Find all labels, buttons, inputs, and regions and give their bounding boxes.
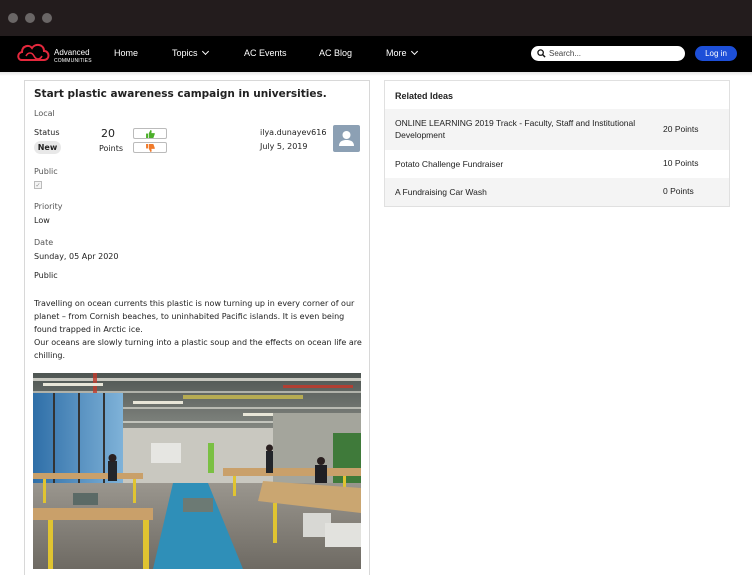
description-paragraph-2: Our oceans are slowly turning into a pla… xyxy=(34,338,362,360)
user-avatar-icon xyxy=(339,131,354,146)
window-minimize-dot[interactable] xyxy=(25,13,35,23)
points-value: 20 xyxy=(101,127,115,140)
top-nav: Advanced COMMUNITIES Home Topics AC Even… xyxy=(0,36,752,72)
nav-more[interactable]: More xyxy=(386,47,418,58)
related-idea-title[interactable]: A Fundraising Car Wash xyxy=(395,186,660,198)
related-idea-title[interactable]: ONLINE LEARNING 2019 Track - Faculty, St… xyxy=(395,117,660,141)
post-date: July 5, 2019 xyxy=(260,142,308,151)
related-idea-title[interactable]: Potato Challenge Fundraiser xyxy=(395,158,660,170)
author-name[interactable]: ilya.dunayev616 xyxy=(260,128,326,137)
status-label: Status xyxy=(34,128,60,137)
thumbs-down-icon xyxy=(146,144,155,152)
description-paragraph-1: Travelling on ocean currents this plasti… xyxy=(34,299,355,334)
public-checkbox: ✓ xyxy=(34,181,42,189)
office-photo xyxy=(33,373,361,569)
search-icon xyxy=(537,49,546,58)
brand-logo[interactable]: Advanced COMMUNITIES xyxy=(16,40,96,68)
logo-line2: COMMUNITIES xyxy=(54,58,92,64)
idea-description: Travelling on ocean currents this plasti… xyxy=(34,297,364,362)
nav-home[interactable]: Home xyxy=(114,48,138,58)
related-idea-points: 0 Points xyxy=(663,186,694,196)
idea-zone: Local xyxy=(34,109,55,118)
chevron-down-icon xyxy=(410,47,418,56)
status-badge: New xyxy=(34,141,61,154)
login-button[interactable]: Log in xyxy=(695,46,737,61)
window-maximize-dot[interactable] xyxy=(42,13,52,23)
nav-ac-blog[interactable]: AC Blog xyxy=(319,48,352,58)
downvote-button[interactable] xyxy=(133,142,167,153)
logo-line1: Advanced xyxy=(54,48,90,57)
related-idea-row[interactable]: Potato Challenge Fundraiser 10 Points xyxy=(385,150,729,178)
nav-topics-label: Topics xyxy=(172,48,198,58)
idea-title: Start plastic awareness campaign in univ… xyxy=(34,88,327,100)
nav-topics[interactable]: Topics xyxy=(172,47,209,58)
priority-label: Priority xyxy=(34,202,63,211)
priority-value: Low xyxy=(34,216,50,225)
thumbs-up-icon xyxy=(146,130,155,138)
search-box[interactable] xyxy=(531,46,685,61)
related-ideas-heading: Related Ideas xyxy=(395,91,454,101)
chevron-down-icon xyxy=(201,47,209,56)
related-ideas-panel: Related Ideas ONLINE LEARNING 2019 Track… xyxy=(384,80,730,207)
related-idea-row[interactable]: A Fundraising Car Wash 0 Points xyxy=(385,178,729,206)
public-label: Public xyxy=(34,167,58,176)
upvote-button[interactable] xyxy=(133,128,167,139)
nav-ac-events[interactable]: AC Events xyxy=(244,48,287,58)
logo-icon xyxy=(17,43,50,61)
visibility-value: Public xyxy=(34,271,58,280)
avatar[interactable] xyxy=(333,125,360,152)
search-input[interactable] xyxy=(549,47,679,60)
idea-image xyxy=(33,373,361,569)
points-label: Points xyxy=(98,144,124,153)
related-idea-points: 10 Points xyxy=(663,158,699,168)
browser-chrome xyxy=(0,0,752,36)
nav-shadow xyxy=(0,72,752,76)
related-idea-row[interactable]: ONLINE LEARNING 2019 Track - Faculty, St… xyxy=(385,109,729,150)
idea-detail-card: Start plastic awareness campaign in univ… xyxy=(24,80,370,575)
date-value: Sunday, 05 Apr 2020 xyxy=(34,252,119,261)
logo-text: Advanced COMMUNITIES xyxy=(54,49,92,65)
related-idea-points: 20 Points xyxy=(663,124,699,134)
nav-more-label: More xyxy=(386,48,407,58)
date-label: Date xyxy=(34,238,54,247)
window-close-dot[interactable] xyxy=(8,13,18,23)
